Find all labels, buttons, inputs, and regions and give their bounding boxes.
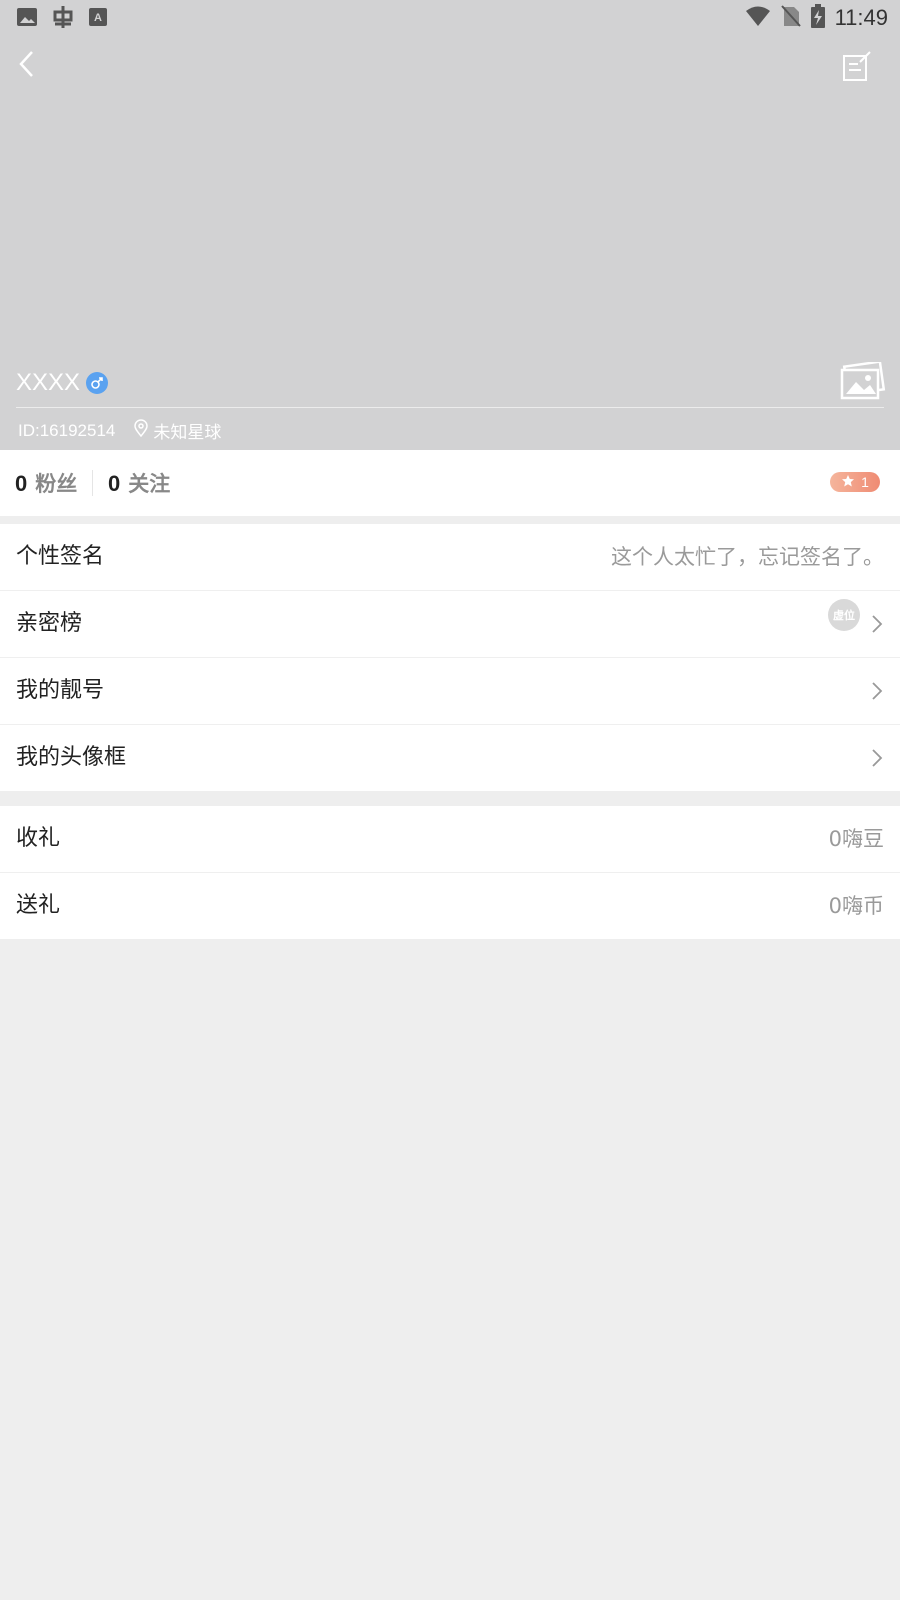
profile-header: A 11:49 XXXX ID:16192514 未知星球: [0, 0, 900, 450]
svg-text:A: A: [94, 12, 102, 24]
avatar-frame-row[interactable]: 我的头像框: [0, 725, 900, 791]
my-number-label: 我的靓号: [16, 678, 105, 703]
follow-count: 0: [108, 471, 121, 496]
stat-divider: [92, 470, 93, 496]
gifts-sent-row: 送礼 0嗨币: [0, 873, 900, 939]
star-icon: [841, 474, 855, 491]
user-id: ID:16192514: [18, 420, 116, 440]
battery-charging-icon: [810, 4, 825, 32]
status-bar: A 11:49: [0, 0, 900, 36]
follow-label: 关注: [128, 472, 171, 496]
location-pin-icon: [133, 419, 149, 442]
intimacy-avatar-placeholder: 虚位: [828, 599, 860, 631]
no-sim-icon: [780, 5, 801, 31]
signature-value: 这个人太忙了，忘记签名了。: [611, 545, 884, 569]
edit-icon: [840, 51, 874, 88]
gifts-received-value: 0嗨豆: [828, 827, 884, 851]
level-number: 1: [861, 474, 869, 490]
male-gender-icon: [86, 372, 109, 394]
back-arrow-icon: [8, 51, 48, 90]
intimacy-list-row[interactable]: 亲密榜 虚位: [0, 591, 900, 658]
change-cover-button[interactable]: [840, 360, 886, 402]
avatar-frame-label: 我的头像框: [16, 745, 127, 770]
header-divider: [16, 407, 884, 408]
gifts-sent-label: 送礼: [16, 893, 61, 918]
photo-stack-icon: [840, 360, 886, 406]
chevron-right-icon: [870, 613, 884, 635]
user-name: XXXX: [16, 369, 81, 396]
signature-row[interactable]: 个性签名 这个人太忙了，忘记签名了。: [0, 524, 900, 591]
fans-stat[interactable]: 0 粉丝: [15, 468, 77, 498]
signature-label: 个性签名: [16, 544, 105, 569]
profile-meta: ID:16192514 未知星球: [18, 418, 221, 443]
image-icon: [16, 6, 38, 32]
bug-icon: [50, 4, 76, 34]
profile-menu: 个性签名 这个人太忙了，忘记签名了。 亲密榜 虚位 我的靓号 我的头像框: [0, 524, 900, 791]
chevron-right-icon: [870, 680, 884, 702]
clock: 11:49: [834, 5, 888, 30]
wifi-icon: [745, 5, 771, 31]
gifts-sent-value: 0嗨币: [828, 894, 884, 918]
fans-count: 0: [15, 471, 28, 496]
intimacy-label: 亲密榜: [16, 611, 83, 636]
location-text: 未知星球: [153, 423, 222, 442]
edit-profile-button[interactable]: [840, 50, 874, 84]
name-row: XXXX: [16, 366, 109, 400]
my-number-row[interactable]: 我的靓号: [0, 658, 900, 725]
location: 未知星球: [133, 418, 221, 443]
fans-label: 粉丝: [35, 472, 78, 496]
text-icon: A: [88, 7, 108, 31]
gifts-received-row: 收礼 0嗨豆: [0, 806, 900, 873]
stats-bar: 0 粉丝 0 关注: [0, 450, 900, 516]
level-badge[interactable]: 1: [830, 472, 880, 492]
gift-stats: 收礼 0嗨豆 送礼 0嗨币: [0, 806, 900, 939]
gifts-received-label: 收礼: [16, 826, 61, 851]
chevron-right-icon: [870, 747, 884, 769]
follow-stat[interactable]: 0 关注: [108, 468, 170, 498]
back-button[interactable]: [8, 46, 48, 86]
